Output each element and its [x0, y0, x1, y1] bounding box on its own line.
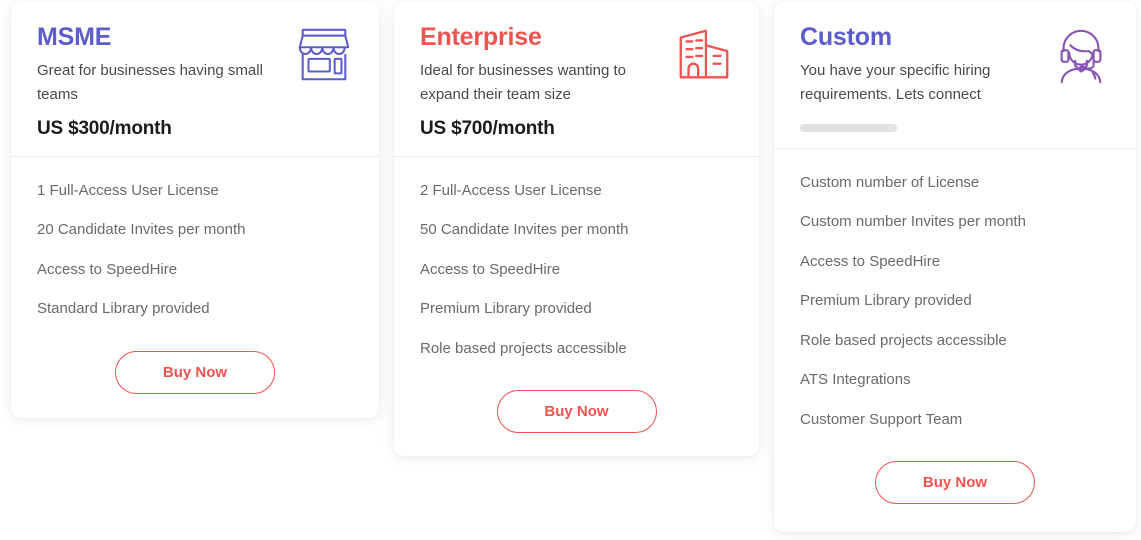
feature-item: Access to SpeedHire — [800, 252, 941, 270]
features-list-custom: Custom number of License Custom number I… — [774, 149, 1136, 450]
card-header-enterprise: Enterprise Ideal for businesses wanting … — [394, 2, 759, 157]
feature-item: Access to SpeedHire — [420, 260, 561, 278]
feature-item: Customer Support Team — [800, 410, 963, 428]
office-buildings-icon — [673, 24, 735, 86]
pricing-card-custom[interactable]: Custom You have your specific hiring req… — [774, 2, 1136, 532]
plan-price-placeholder-custom — [800, 123, 897, 132]
feature-item: Role based projects accessible — [800, 331, 1007, 349]
cta-row-msme: Buy Now — [11, 339, 379, 394]
plan-description-msme: Great for businesses having small teams — [37, 62, 263, 103]
buy-now-button-custom[interactable]: Buy Now — [875, 461, 1035, 505]
card-header-custom: Custom You have your specific hiring req… — [774, 2, 1136, 149]
plan-price-enterprise: US $700/month — [420, 117, 555, 139]
plan-price-msme: US $300/month — [37, 117, 172, 139]
feature-item: 50 Candidate Invites per month — [420, 221, 629, 239]
feature-item: ATS Integrations — [800, 371, 911, 389]
cta-row-custom: Buy Now — [774, 449, 1136, 505]
features-list-msme: 1 Full-Access User License 20 Candidate … — [11, 157, 379, 339]
support-agent-headset-icon — [1050, 24, 1112, 86]
card-header-msme: MSME Great for businesses having small t… — [11, 2, 379, 157]
feature-item: Premium Library provided — [800, 292, 972, 310]
features-list-enterprise: 2 Full-Access User License 50 Candidate … — [394, 157, 759, 379]
feature-item: Custom number of License — [800, 173, 980, 191]
feature-item: Access to SpeedHire — [37, 260, 178, 278]
plan-description-custom: You have your specific hiring requiremen… — [800, 62, 991, 103]
feature-item: 2 Full-Access User License — [420, 181, 602, 199]
feature-item: Role based projects accessible — [420, 339, 627, 357]
pricing-card-enterprise[interactable]: Enterprise Ideal for businesses wanting … — [394, 2, 759, 456]
feature-item: Custom number Invites per month — [800, 213, 1026, 231]
pricing-card-msme[interactable]: MSME Great for businesses having small t… — [11, 2, 379, 418]
feature-item: Premium Library provided — [420, 300, 592, 318]
buy-now-button-enterprise[interactable]: Buy Now — [496, 390, 657, 434]
feature-item: 20 Candidate Invites per month — [37, 221, 246, 239]
buy-now-button-msme[interactable]: Buy Now — [115, 350, 275, 394]
cta-row-enterprise: Buy Now — [394, 378, 759, 434]
pricing-plans-container: MSME Great for businesses having small t… — [0, 0, 1141, 540]
feature-item: Standard Library provided — [37, 300, 210, 318]
feature-item: 1 Full-Access User License — [37, 181, 219, 199]
plan-description-enterprise: Ideal for businesses wanting to expand t… — [420, 62, 626, 103]
storefront-icon — [293, 24, 355, 86]
